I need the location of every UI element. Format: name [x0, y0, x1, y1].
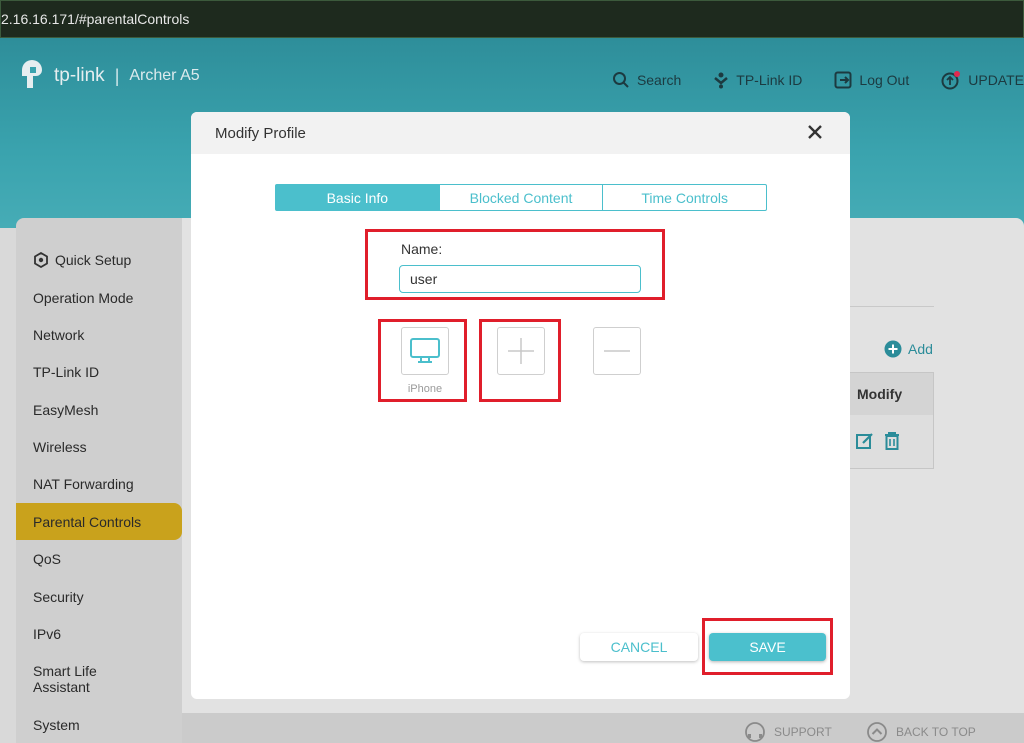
- brand: tp-link | Archer A5: [16, 60, 200, 92]
- sidebar-item-label: Wireless: [33, 438, 87, 455]
- dialog-header: Modify Profile: [191, 112, 850, 154]
- tab-basic-info[interactable]: Basic Info: [276, 185, 440, 210]
- top-nav: Search TP-Link ID Log Out UPDATE: [612, 70, 1024, 90]
- profile-tabs: Basic Info Blocked Content Time Controls: [275, 184, 767, 211]
- support-icon: [745, 722, 765, 742]
- device-card-iphone[interactable]: [401, 327, 449, 375]
- edit-icon[interactable]: [855, 431, 875, 451]
- sidebar-item-security[interactable]: Security: [16, 578, 182, 615]
- sidebar-item-label: TP-Link ID: [33, 363, 100, 380]
- nav-search-label: Search: [636, 72, 682, 88]
- tab-time-controls[interactable]: Time Controls: [603, 185, 766, 210]
- sidebar-item-label: Network: [33, 326, 85, 343]
- sidebar-item-ipv6[interactable]: IPv6: [16, 615, 182, 652]
- minus-icon: [604, 350, 630, 352]
- support-label: SUPPORT: [774, 725, 832, 739]
- sidebar-item-label: QoS: [33, 550, 62, 567]
- remove-device-button[interactable]: [593, 327, 641, 375]
- plus-icon: [508, 338, 534, 364]
- sidebar-item-quick-setup[interactable]: Quick Setup: [16, 241, 182, 278]
- gear-icon: [34, 251, 48, 268]
- nav-search[interactable]: Search: [612, 71, 681, 89]
- sidebar-item-label: Operation Mode: [33, 289, 134, 306]
- name-field[interactable]: [399, 265, 641, 293]
- nav-logout-label: Log Out: [859, 72, 910, 88]
- model-name: Archer A5: [129, 67, 200, 84]
- cancel-button[interactable]: CANCEL: [580, 633, 698, 661]
- table-header-modify: Modify: [849, 373, 933, 415]
- sidebar-item-operation-mode[interactable]: Operation Mode: [16, 279, 182, 316]
- profile-table: Modify: [848, 372, 934, 469]
- sidebar-item-label: IPv6: [33, 625, 62, 642]
- sidebar-item-qos[interactable]: QoS: [16, 540, 182, 577]
- sidebar-item-wireless[interactable]: Wireless: [16, 428, 182, 465]
- sidebar-item-label: Quick Setup: [55, 251, 132, 268]
- device-label: iPhone: [407, 383, 443, 395]
- sidebar-item-label: Security: [33, 588, 84, 605]
- add-button[interactable]: Add: [884, 340, 933, 358]
- back-to-top-label: BACK TO TOP: [896, 725, 976, 739]
- save-button[interactable]: SAVE: [709, 633, 826, 661]
- update-icon: [941, 71, 961, 90]
- delete-icon[interactable]: [883, 431, 901, 451]
- divider: [850, 306, 934, 307]
- sidebar: Quick Setup Operation Mode Network TP-Li…: [16, 218, 182, 743]
- sidebar-item-network[interactable]: Network: [16, 316, 182, 353]
- back-to-top-link[interactable]: BACK TO TOP: [866, 721, 976, 743]
- nav-tplink-id[interactable]: TP-Link ID: [713, 71, 802, 89]
- support-link[interactable]: SUPPORT: [744, 721, 832, 743]
- nav-logout[interactable]: Log Out: [834, 71, 909, 89]
- sidebar-item-tplink-id[interactable]: TP-Link ID: [16, 353, 182, 390]
- name-field-label: Name:: [401, 241, 443, 257]
- sidebar-item-label: EasyMesh: [33, 401, 99, 418]
- address-url: 2.16.16.171/#parentalControls: [1, 11, 190, 27]
- add-circle-icon: [884, 340, 902, 358]
- brand-separator: |: [114, 65, 120, 86]
- sidebar-item-nat-forwarding[interactable]: NAT Forwarding: [16, 465, 182, 502]
- dialog-title: Modify Profile: [215, 125, 306, 142]
- tab-blocked-content[interactable]: Blocked Content: [440, 185, 604, 210]
- tplink-id-icon: [714, 72, 729, 89]
- logout-icon: [834, 71, 852, 89]
- sidebar-item-label: Smart Life Assistant: [33, 663, 97, 695]
- sidebar-item-label: NAT Forwarding: [33, 475, 134, 492]
- sidebar-item-label: Parental Controls: [33, 513, 142, 530]
- sidebar-item-system[interactable]: System: [16, 706, 182, 743]
- tplink-logo-icon: [22, 60, 42, 88]
- computer-icon: [410, 338, 440, 363]
- address-bar[interactable]: 2.16.16.171/#parentalControls: [0, 0, 1024, 38]
- search-icon: [612, 72, 629, 88]
- sidebar-item-easymesh[interactable]: EasyMesh: [16, 391, 182, 428]
- modify-profile-dialog: Modify Profile Basic Info Blocked Conten…: [191, 112, 850, 699]
- sidebar-item-label: System: [33, 716, 80, 733]
- nav-update[interactable]: UPDATE: [941, 70, 1024, 90]
- add-label: Add: [908, 341, 933, 357]
- nav-update-label: UPDATE: [968, 72, 1024, 88]
- table-row-actions: [849, 415, 933, 451]
- sidebar-item-smart-life-assistant[interactable]: Smart Life Assistant: [16, 656, 126, 702]
- close-icon[interactable]: [806, 123, 824, 141]
- sidebar-item-parental-controls[interactable]: Parental Controls: [16, 503, 182, 540]
- add-device-button[interactable]: [497, 327, 545, 375]
- nav-tplink-id-label: TP-Link ID: [736, 72, 803, 88]
- back-to-top-icon: [867, 722, 887, 742]
- brand-name: tp-link: [54, 65, 105, 86]
